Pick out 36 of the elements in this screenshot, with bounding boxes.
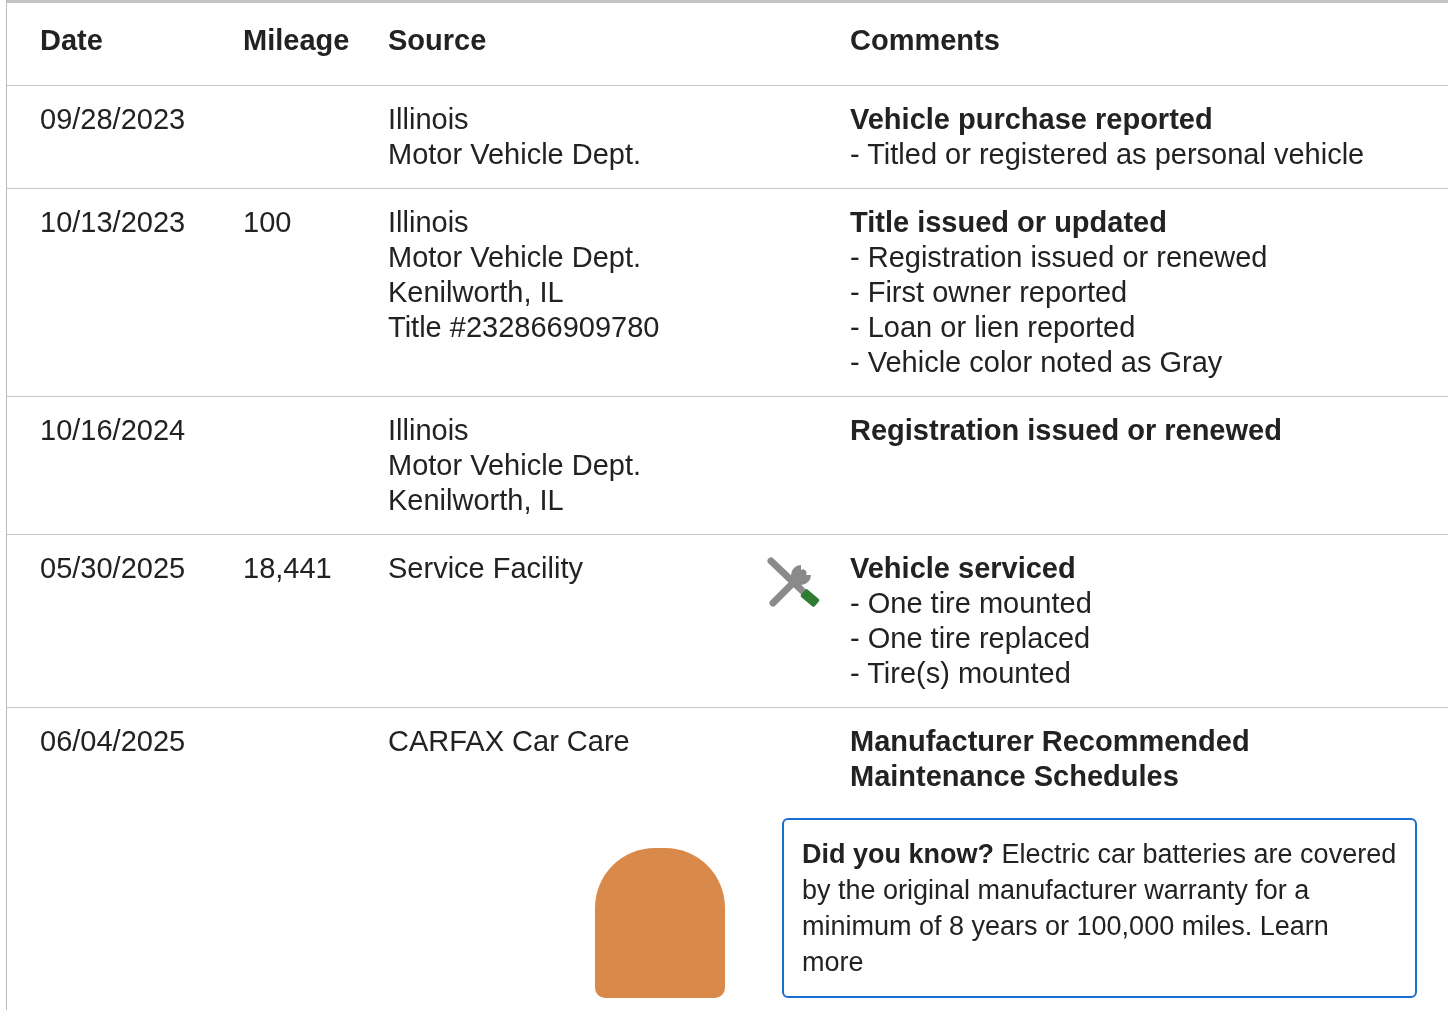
comment-detail: - Registration issued or renewed xyxy=(850,240,1269,275)
column-header: Comments xyxy=(850,23,1001,58)
comment-detail: - Tire(s) mounted xyxy=(850,656,1072,691)
source-line: Illinois xyxy=(388,413,470,448)
mileage-cell-text: 100 xyxy=(243,205,293,240)
comment-detail: - First owner reported xyxy=(850,275,1129,310)
source-line: Kenilworth, IL xyxy=(388,483,565,518)
comment-detail: - Loan or lien reported xyxy=(850,310,1137,345)
comment-title: Title issued or updated xyxy=(850,205,1168,240)
column-header: Source xyxy=(388,23,488,58)
comment-title: Registration issued or renewed xyxy=(850,413,1283,448)
source-line: Illinois xyxy=(388,102,470,137)
date-cell-text: 05/30/2025 xyxy=(40,551,187,586)
column-header: Date xyxy=(40,23,104,58)
source-line: Illinois xyxy=(388,205,470,240)
date-cell-text: 10/13/2023 xyxy=(40,205,187,240)
comment-detail: - One tire replaced xyxy=(850,621,1092,656)
date-cell-text: 06/04/2025 xyxy=(40,724,187,759)
mileage-cell-text: 18,441 xyxy=(243,551,333,586)
comment-title: Vehicle purchase reported xyxy=(850,102,1214,137)
source-line: CARFAX Car Care xyxy=(388,724,631,759)
source-line: Kenilworth, IL xyxy=(388,275,565,310)
date-cell-text: 10/16/2024 xyxy=(40,413,187,448)
comment-detail: - Titled or registered as personal vehicle xyxy=(850,137,1366,172)
comment-title: Manufacturer Recommended Maintenance Schedules xyxy=(850,724,1251,794)
tip-callout: Did you know? Electric car batteries are covered by the original manufacturer warranty for a minimum of 8 years or 100,000 miles. Learn more xyxy=(782,818,1417,998)
source-line: Motor Vehicle Dept. xyxy=(388,448,643,483)
column-header: Mileage xyxy=(243,23,351,58)
source-line: Title #232866909780 xyxy=(388,310,661,345)
comment-title: Vehicle serviced xyxy=(850,551,1077,586)
source-line: Motor Vehicle Dept. xyxy=(388,240,643,275)
source-line: Service Facility xyxy=(388,551,584,586)
date-cell-text: 09/28/2023 xyxy=(40,102,187,137)
source-line: Motor Vehicle Dept. xyxy=(388,137,643,172)
comment-detail: - Vehicle color noted as Gray xyxy=(850,345,1224,380)
comment-detail: - One tire mounted xyxy=(850,586,1093,621)
